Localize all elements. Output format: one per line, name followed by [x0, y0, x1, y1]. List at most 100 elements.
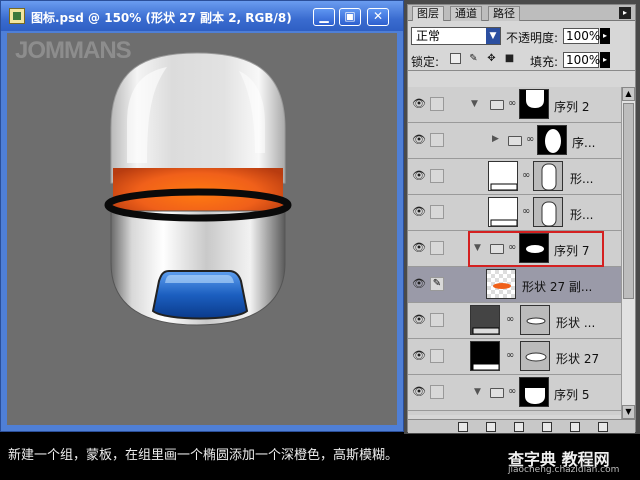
brush-icon[interactable]: ✎ [430, 277, 444, 291]
chain-link-icon: ∞ [508, 386, 517, 397]
layer-mask-thumbnail [533, 197, 563, 227]
eye-icon[interactable]: 👁 [410, 311, 428, 329]
blue-button-highlight [165, 275, 234, 283]
layers-list[interactable]: 👁 ▼ ∞ 序列 2 👁 ▶ ∞ 序... 👁 ∞ 形... 👁 ∞ 形... … [408, 87, 621, 415]
chain-link-icon: ∞ [506, 314, 515, 325]
add-mask-icon[interactable] [486, 422, 496, 432]
layer-link-box[interactable] [430, 97, 444, 111]
layers-panel-body: 图层 通道 路径 ▸ 正常 ▼ 不透明度: 100% ▸ 锁定: ✎ ✥ ■ 填… [407, 4, 636, 433]
tab-layers[interactable]: 图层 [412, 6, 444, 21]
folder-icon [490, 244, 504, 254]
expand-triangle-icon[interactable]: ▼ [474, 243, 481, 253]
expand-triangle-icon[interactable]: ▼ [474, 387, 481, 397]
layer-name: 形... [570, 208, 594, 222]
new-layer-icon[interactable] [570, 422, 580, 432]
layer-link-box[interactable] [430, 169, 444, 183]
layer-link-box[interactable] [430, 385, 444, 399]
layer-thumbnail [486, 269, 516, 299]
maximize-button[interactable]: ▣ [339, 8, 361, 26]
lock-transparency-icon[interactable] [450, 53, 461, 64]
layer-link-box[interactable] [430, 349, 444, 363]
eye-icon[interactable]: 👁 [410, 383, 428, 401]
layer-row[interactable]: 👁 ∞ 形状 27 [408, 339, 621, 375]
scrollbar-thumb[interactable] [623, 103, 634, 299]
opacity-label: 不透明度: [506, 31, 559, 45]
tutorial-caption: 新建一个组，蒙板，在组里画一个椭圆添加一个深橙色，高斯模糊。 [8, 448, 399, 463]
trash-icon[interactable] [598, 422, 608, 432]
layer-row-selected[interactable]: 👁 ✎ 形状 27 副... [408, 267, 621, 303]
layer-style-icon[interactable] [458, 422, 468, 432]
fill-slider-arrow-icon[interactable]: ▸ [600, 52, 610, 68]
layer-mask-thumbnail [533, 161, 563, 191]
eye-icon[interactable]: 👁 [410, 95, 428, 113]
layer-link-box[interactable] [430, 313, 444, 327]
layers-panel: 图层 通道 路径 ▸ 正常 ▼ 不透明度: 100% ▸ 锁定: ✎ ✥ ■ 填… [404, 0, 640, 434]
layer-name: 序列 2 [554, 100, 590, 114]
eye-icon[interactable]: 👁 [410, 239, 428, 257]
folder-icon [490, 388, 504, 398]
layer-mask-thumbnail [519, 89, 549, 119]
blend-mode-value: 正常 [416, 29, 441, 43]
tab-channels[interactable]: 通道 [450, 6, 482, 21]
document-title-bar[interactable]: 图标.psd @ 150% (形状 27 副本 2, RGB/8) ▁ ▣ ✕ [1, 1, 403, 31]
eye-icon[interactable]: 👁 [410, 275, 428, 293]
adjustment-layer-icon[interactable] [542, 422, 552, 432]
layer-mask-thumbnail [520, 305, 550, 335]
layer-row-highlighted[interactable]: 👁 ▼ ∞ 序列 7 [408, 231, 621, 267]
lock-brush-icon[interactable]: ✎ [468, 53, 479, 64]
layer-name: 形状 ... [556, 316, 596, 330]
tab-paths[interactable]: 路径 [488, 6, 520, 21]
chain-link-icon: ∞ [522, 206, 531, 217]
layer-name: 形状 27 副... [522, 280, 593, 294]
layer-row[interactable]: 👁 ∞ 形状 ... [408, 303, 621, 339]
eye-icon[interactable]: 👁 [410, 347, 428, 365]
layer-thumbnail [470, 305, 500, 335]
eye-icon[interactable]: 👁 [410, 131, 428, 149]
fill-input[interactable]: 100% [563, 52, 600, 68]
layer-mask-thumbnail [520, 341, 550, 371]
eye-icon[interactable]: 👁 [410, 167, 428, 185]
scroll-down-icon[interactable]: ▼ [622, 405, 635, 419]
document-canvas[interactable]: JOMMANS [7, 33, 397, 425]
watermark-text: JOMMANS [15, 37, 132, 64]
chevron-down-icon[interactable]: ▼ [486, 28, 500, 44]
opacity-input[interactable]: 100% [563, 28, 600, 44]
layer-row[interactable]: 👁 ∞ 形... [408, 195, 621, 231]
panel-menu-icon[interactable]: ▸ [619, 7, 631, 19]
minimize-button[interactable]: ▁ [313, 8, 335, 26]
layer-row[interactable]: 👁 ▶ ∞ 序... [408, 123, 621, 159]
layer-row[interactable]: 👁 ∞ 形... [408, 159, 621, 195]
layer-link-box[interactable] [430, 205, 444, 219]
psd-file-icon [9, 8, 25, 24]
layer-thumbnail [488, 197, 518, 227]
chain-link-icon: ∞ [508, 98, 517, 109]
expand-triangle-icon[interactable]: ▼ [471, 99, 478, 109]
document-title: 图标.psd @ 150% (形状 27 副本 2, RGB/8) [31, 11, 292, 25]
opacity-slider-arrow-icon[interactable]: ▸ [600, 28, 610, 44]
layer-row[interactable]: 👁 ▼ ∞ 序列 5 [408, 375, 621, 411]
chain-link-icon: ∞ [508, 242, 517, 253]
layer-name: 序列 5 [554, 388, 590, 402]
eye-icon[interactable]: 👁 [410, 203, 428, 221]
layer-link-box[interactable] [430, 133, 444, 147]
chain-link-icon: ∞ [522, 170, 531, 181]
lock-all-icon[interactable]: ■ [504, 53, 515, 64]
layer-name: 序... [572, 136, 596, 150]
scroll-up-icon[interactable]: ▲ [622, 87, 635, 101]
capsule-icon-artwork [104, 52, 292, 326]
lock-move-icon[interactable]: ✥ [486, 53, 497, 64]
blend-mode-select[interactable]: 正常 ▼ [411, 27, 501, 45]
blend-opacity-row: 正常 ▼ 不透明度: 100% ▸ [408, 25, 635, 47]
chain-link-icon: ∞ [526, 134, 535, 145]
layer-row[interactable]: 👁 ▼ ∞ 序列 2 [408, 87, 621, 123]
close-button[interactable]: ✕ [367, 8, 389, 26]
layers-scrollbar[interactable]: ▲ ▼ [621, 87, 635, 419]
layer-link-box[interactable] [430, 241, 444, 255]
fill-label: 填充: [530, 55, 559, 69]
panel-tabs: 图层 通道 路径 ▸ [408, 5, 635, 21]
folder-icon [508, 136, 522, 146]
collapsed-triangle-icon[interactable]: ▶ [492, 134, 499, 144]
layer-thumbnail [470, 341, 500, 371]
layer-mask-thumbnail [519, 233, 549, 263]
new-group-icon[interactable] [514, 422, 524, 432]
